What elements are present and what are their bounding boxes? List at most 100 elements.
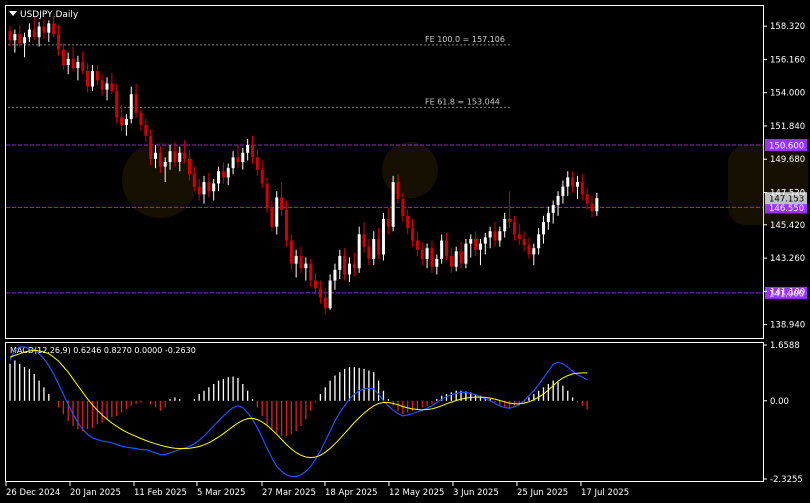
candle-body xyxy=(90,71,94,87)
time-tick-label: 17 Jul 2025 xyxy=(581,488,629,498)
candle-body xyxy=(192,174,196,187)
candle-body xyxy=(411,228,415,241)
candle-body xyxy=(328,280,332,309)
candle-body xyxy=(37,26,41,38)
candle-body xyxy=(542,222,545,235)
candle-body xyxy=(289,240,293,264)
time-tick-label: 27 Mar 2025 xyxy=(262,488,316,498)
candle-body xyxy=(95,71,99,81)
candle-body xyxy=(343,255,347,275)
candle-body xyxy=(32,29,36,38)
candle-body xyxy=(377,238,381,255)
candle-body xyxy=(566,177,570,187)
chart-window[interactable]: USDJPY,Daily FE 100.0 = 157.106 FE 61.8 =… xyxy=(0,0,810,499)
chart-canvas[interactable]: USDJPY,Daily FE 100.0 = 157.106 FE 61.8 =… xyxy=(0,0,810,499)
candle-body xyxy=(561,186,565,196)
candle-body xyxy=(115,91,119,118)
candle-body xyxy=(71,58,75,69)
candle-body xyxy=(440,240,444,260)
candle-body xyxy=(139,112,143,126)
candle-body xyxy=(149,135,153,159)
candle-body xyxy=(517,234,521,239)
time-tick-label: 25 Jun 2025 xyxy=(517,488,568,498)
candle-body xyxy=(134,94,138,113)
candle-body xyxy=(183,152,187,159)
candle-body xyxy=(299,255,303,269)
price-tick-label: 156.160 xyxy=(770,55,805,65)
candle-body xyxy=(318,288,322,298)
candle-body xyxy=(391,182,395,227)
candle-body xyxy=(270,208,274,227)
candle-body xyxy=(338,255,342,270)
price-tick-label: 154.000 xyxy=(770,89,805,99)
candle-body xyxy=(430,248,434,267)
candle-body xyxy=(367,246,371,260)
level-price-label: 150.600 xyxy=(769,142,804,152)
candle-body xyxy=(207,182,211,192)
candle-body xyxy=(212,183,216,192)
candle-body xyxy=(27,29,31,38)
candle-body xyxy=(314,280,318,289)
candle-body xyxy=(221,171,225,178)
candle-body xyxy=(415,240,419,250)
candle-body xyxy=(105,83,109,90)
price-tick-label: 158.320 xyxy=(770,22,805,32)
price-tick-label: 145.420 xyxy=(770,221,805,231)
candle-body xyxy=(236,157,240,162)
candle-body xyxy=(284,209,288,241)
candle-body xyxy=(260,169,264,184)
candle-body xyxy=(168,151,172,162)
candle-body xyxy=(532,248,536,255)
candle-body xyxy=(13,34,17,41)
candle-body xyxy=(498,231,502,241)
candle-body xyxy=(251,145,254,158)
candle-body xyxy=(23,37,27,44)
candle-body xyxy=(590,203,594,212)
candle-body xyxy=(323,297,327,309)
price-tick-label: 149.680 xyxy=(770,155,805,165)
candle-body xyxy=(255,157,259,170)
candle-body xyxy=(571,177,575,187)
candle-body xyxy=(459,251,463,264)
candle-body xyxy=(18,34,22,44)
macd-tick-label: -2.3255 xyxy=(770,475,803,485)
candle-body xyxy=(406,215,410,229)
candle-body xyxy=(551,205,555,213)
candle-body xyxy=(454,251,458,267)
time-tick-label: 11 Feb 2025 xyxy=(134,488,187,498)
time-tick-label: 5 Mar 2025 xyxy=(197,488,245,498)
fib-level-label: FE 61.8 = 153.044 xyxy=(425,97,500,106)
candle-body xyxy=(478,243,482,250)
candle-body xyxy=(483,237,487,244)
candle-body xyxy=(241,152,245,162)
candle-body xyxy=(575,182,579,187)
candle-body xyxy=(197,186,201,195)
candle-body xyxy=(275,197,279,227)
candle-body xyxy=(556,195,560,206)
candle-body xyxy=(522,238,526,246)
candle-body xyxy=(512,222,516,235)
candle-body xyxy=(357,234,361,269)
macd-tick-label: 1.6588 xyxy=(770,341,800,351)
candle-body xyxy=(61,49,65,65)
candle-body xyxy=(304,263,308,269)
candle-body xyxy=(537,234,541,249)
candle-body xyxy=(187,158,191,175)
candle-body xyxy=(362,234,366,247)
candle-body xyxy=(154,152,157,159)
candle-body xyxy=(144,125,148,136)
candle-body xyxy=(280,197,284,210)
candle-body xyxy=(464,243,468,264)
candle-body xyxy=(352,263,356,269)
price-tick-label: 143.260 xyxy=(770,254,805,264)
time-tick-label: 26 Dec 2024 xyxy=(6,488,60,498)
candle-body xyxy=(294,255,298,264)
candle-body xyxy=(158,152,162,167)
candle-body xyxy=(52,23,56,35)
candle-body xyxy=(100,80,104,90)
candle-body xyxy=(493,231,497,241)
candle-body xyxy=(372,238,376,260)
level-price-label: 146.550 xyxy=(769,204,804,214)
candle-body xyxy=(86,71,90,87)
candle-body xyxy=(124,118,128,126)
